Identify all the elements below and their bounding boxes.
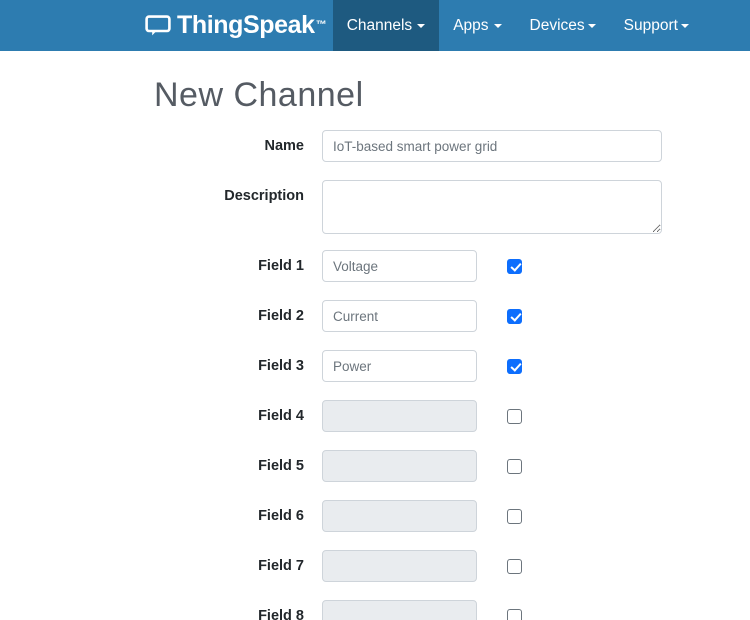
nav-item-apps-label: Apps xyxy=(453,16,489,34)
channel-description-textarea[interactable] xyxy=(322,180,662,234)
field-2-input[interactable] xyxy=(322,300,477,332)
chevron-down-icon xyxy=(417,23,426,28)
field-6-input xyxy=(322,500,477,532)
form-row-field-3: Field 3 xyxy=(0,350,750,382)
field-3-label: Field 3 xyxy=(258,358,304,374)
thingspeak-logo-link[interactable]: ThingSpeak ™ xyxy=(145,0,333,51)
field-7-checkbox[interactable] xyxy=(507,559,522,574)
chevron-down-icon xyxy=(680,23,689,28)
field-2-label: Field 2 xyxy=(258,308,304,324)
nav-item-devices[interactable]: Devices xyxy=(516,0,610,51)
form-row-field-8: Field 8 xyxy=(0,600,750,620)
description-label: Description xyxy=(224,188,304,204)
form-row-field-2: Field 2 xyxy=(0,300,750,332)
field-7-label: Field 7 xyxy=(258,558,304,574)
chevron-down-icon xyxy=(587,23,596,28)
field-1-label: Field 1 xyxy=(258,258,304,274)
nav-item-channels-label: Channels xyxy=(346,16,413,34)
field-5-input xyxy=(322,450,477,482)
field-8-input xyxy=(322,600,477,620)
channel-name-input[interactable] xyxy=(322,130,662,162)
field-4-label: Field 4 xyxy=(258,408,304,424)
form-row-field-4: Field 4 xyxy=(0,400,750,432)
form-row-field-6: Field 6 xyxy=(0,500,750,532)
form-row-field-7: Field 7 xyxy=(0,550,750,582)
field-5-checkbox[interactable] xyxy=(507,459,522,474)
field-8-checkbox[interactable] xyxy=(507,609,522,620)
nav-item-support-label: Support xyxy=(623,16,678,34)
form-row-field-1: Field 1 xyxy=(0,250,750,282)
form-row-field-5: Field 5 xyxy=(0,450,750,482)
nav-item-devices-label: Devices xyxy=(529,16,585,34)
page-content: New Channel Name Description Field 1Fiel… xyxy=(0,51,750,620)
page-title: New Channel xyxy=(154,76,364,114)
field-6-label: Field 6 xyxy=(258,508,304,524)
field-4-input xyxy=(322,400,477,432)
new-channel-form: Name Description Field 1Field 2Field 3Fi… xyxy=(0,130,750,620)
field-8-label: Field 8 xyxy=(258,608,304,620)
field-4-checkbox[interactable] xyxy=(507,409,522,424)
field-3-input[interactable] xyxy=(322,350,477,382)
field-6-checkbox[interactable] xyxy=(507,509,522,524)
field-rows-container: Field 1 Field 2 Field 3 Field 4 Field 5 Field… xyxy=(0,250,750,620)
form-row-description: Description xyxy=(0,180,750,234)
field-5-label: Field 5 xyxy=(258,458,304,474)
nav-item-channels[interactable]: Channels xyxy=(332,0,440,51)
chevron-down-icon xyxy=(493,23,502,28)
form-row-name: Name xyxy=(0,130,750,162)
top-navbar: ThingSpeak ™ Channels Apps Devices Suppo… xyxy=(0,0,750,51)
brand-name: ThingSpeak xyxy=(177,11,315,39)
nav-item-support[interactable]: Support xyxy=(610,0,703,51)
speech-bubble-icon xyxy=(145,15,171,36)
field-7-input xyxy=(322,550,477,582)
field-3-checkbox[interactable] xyxy=(507,359,522,374)
name-label: Name xyxy=(264,138,305,154)
nav-item-apps[interactable]: Apps xyxy=(439,0,515,51)
trademark-symbol: ™ xyxy=(315,19,327,31)
field-1-input[interactable] xyxy=(322,250,477,282)
field-2-checkbox[interactable] xyxy=(507,309,522,324)
field-1-checkbox[interactable] xyxy=(507,259,522,274)
